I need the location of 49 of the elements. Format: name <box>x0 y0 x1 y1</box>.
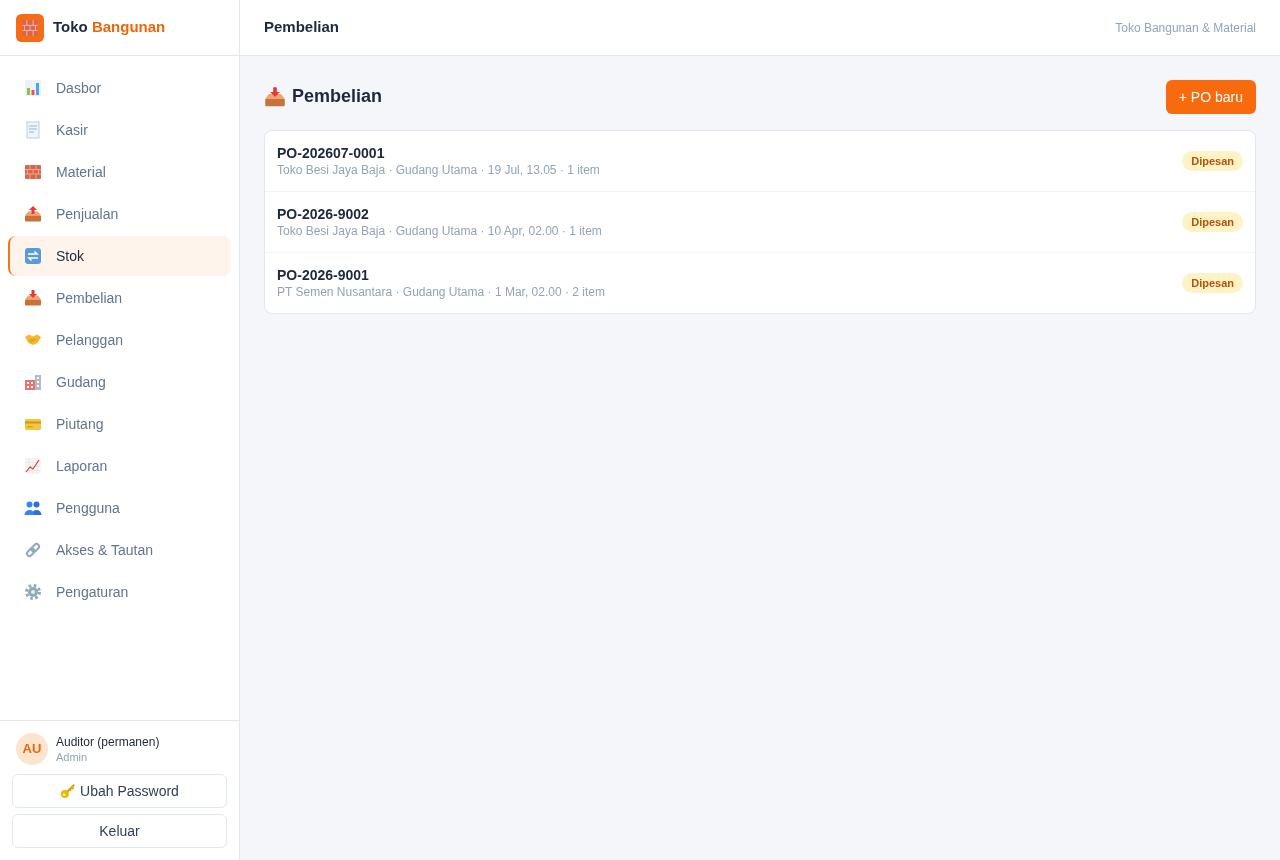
brand-name: Toko Bangunan <box>53 17 166 38</box>
sidebar-item[interactable]: Pembelian <box>8 278 231 318</box>
order-row[interactable]: PO-2026-9002 Toko Besi Jaya Baja · Gudang Utama · 10 Apr, 02.00 · 1 item Dipesan <box>265 191 1255 252</box>
order-number: PO-202607-0001 <box>277 144 386 162</box>
sidebar-item[interactable]: Laporan <box>8 446 231 486</box>
status-badge: Dipesan <box>1182 212 1243 232</box>
link-icon <box>24 541 42 559</box>
inbox-tray-icon <box>24 289 42 307</box>
order-details: Toko Besi Jaya Baja · Gudang Utama · 10 Apr, 02.00 · 1 item <box>277 223 602 239</box>
logo-icon <box>16 13 44 42</box>
sidebar-item[interactable]: Pelanggan <box>8 320 231 360</box>
gear-icon <box>24 583 42 601</box>
order-number: PO-2026-9002 <box>277 205 370 223</box>
sidebar-item[interactable]: Gudang <box>8 362 231 402</box>
sidebar-item[interactable]: Dasbor <box>8 68 231 108</box>
status-badge: Dipesan <box>1182 273 1243 293</box>
sidebar-item[interactable]: Pengaturan <box>8 572 231 612</box>
outbox-tray-icon <box>24 205 42 223</box>
user-name: Auditor (permanen) <box>56 734 160 750</box>
people-icon <box>24 499 42 517</box>
change-password-button[interactable]: Ubah Password <box>12 774 227 808</box>
factory-icon <box>24 373 42 391</box>
sidebar-item[interactable]: Material <box>8 152 231 192</box>
order-row[interactable]: PO-2026-9001 PT Semen Nusantara · Gudang Utama · 1 Mar, 02.00 · 2 item Dipesan <box>265 252 1255 313</box>
receipt-icon <box>24 121 42 139</box>
order-row[interactable]: PO-202607-0001 Toko Besi Jaya Baja · Gudang Utama · 19 Jul, 13.05 · 1 item Dipesan <box>265 131 1255 191</box>
sidebar-item[interactable]: Pengguna <box>8 488 231 528</box>
user-avatar: AU <box>16 733 48 765</box>
sidebar-item[interactable]: Piutang <box>8 404 231 444</box>
sidebar-item[interactable]: Stok <box>8 236 231 276</box>
key-icon <box>60 783 77 799</box>
page-title: Pembelian <box>292 86 383 108</box>
inbox-tray-icon <box>264 86 286 108</box>
page-header-title: Pembelian <box>264 17 340 38</box>
sidebar-item[interactable]: Penjualan <box>8 194 231 234</box>
status-badge: Dipesan <box>1182 151 1243 171</box>
line-chart-icon <box>24 457 42 475</box>
bricks-icon <box>24 163 42 181</box>
sidebar-item[interactable]: Akses & Tautan <box>8 530 231 570</box>
bar-chart-icon <box>24 79 42 97</box>
arrows-icon <box>24 247 42 265</box>
order-number: PO-2026-9001 <box>277 266 370 284</box>
store-subtitle: Toko Bangunan & Material <box>1115 19 1256 37</box>
user-role: Admin <box>56 749 89 764</box>
order-details: PT Semen Nusantara · Gudang Utama · 1 Mar, 02.00 · 2 item <box>277 284 605 300</box>
sidebar-item[interactable]: Kasir <box>8 110 231 150</box>
new-po-button[interactable]: + PO baru <box>1165 80 1256 114</box>
order-details: Toko Besi Jaya Baja · Gudang Utama · 19 Jul, 13.05 · 1 item <box>277 162 600 178</box>
logout-button[interactable]: Keluar <box>12 814 227 848</box>
